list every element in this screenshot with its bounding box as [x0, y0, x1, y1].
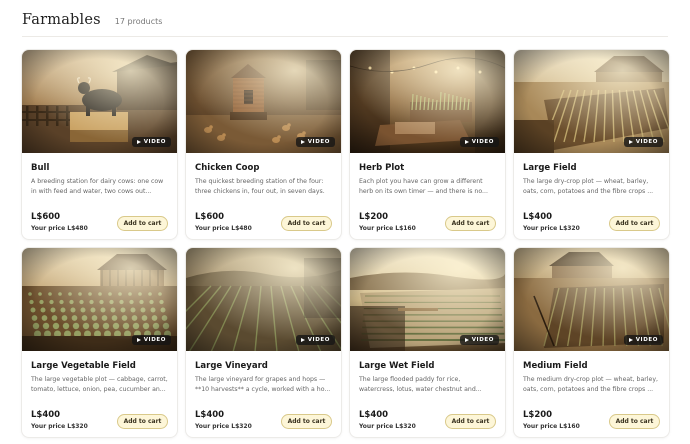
member-price: Your price L$320 — [359, 423, 416, 430]
product-price: L$400 — [195, 410, 225, 420]
header-divider — [22, 36, 668, 37]
product-price: L$200 — [359, 212, 389, 222]
product-price: L$400 — [359, 410, 389, 420]
play-icon — [628, 338, 633, 342]
product-count: 17 products — [114, 17, 163, 26]
add-to-cart-button[interactable]: Add to cart — [445, 216, 496, 231]
product-thumbnail[interactable]: VIDEO — [514, 50, 669, 153]
video-badge: VIDEO — [623, 137, 663, 147]
product-thumbnail[interactable]: VIDEO — [186, 50, 341, 153]
video-badge: VIDEO — [131, 335, 171, 345]
video-label: VIDEO — [143, 139, 166, 145]
video-label: VIDEO — [307, 337, 330, 343]
add-to-cart-button[interactable]: Add to cart — [117, 216, 168, 231]
product-name[interactable]: Large Field — [523, 163, 577, 173]
video-label: VIDEO — [307, 139, 330, 145]
member-price: Your price L$320 — [31, 423, 88, 430]
play-icon — [464, 140, 469, 144]
product-thumbnail[interactable]: VIDEO — [22, 248, 177, 351]
product-grid: VIDEO Bull A breeding station for dairy … — [22, 50, 669, 437]
product-description: The large vegetable plot — cabbage, carr… — [31, 376, 168, 393]
product-name[interactable]: Chicken Coop — [195, 163, 259, 173]
product-name[interactable]: Medium Field — [523, 361, 588, 371]
video-badge: VIDEO — [459, 137, 499, 147]
product-card[interactable]: VIDEO Chicken Coop The quickest breeding… — [186, 50, 341, 239]
play-icon — [300, 140, 305, 144]
product-thumbnail[interactable]: VIDEO — [186, 248, 341, 351]
product-description: The large vineyard for grapes and hops —… — [195, 376, 331, 393]
play-icon — [136, 338, 141, 342]
product-name[interactable]: Bull — [31, 163, 49, 173]
add-to-cart-button[interactable]: Add to cart — [281, 216, 332, 231]
product-name[interactable]: Large Vineyard — [195, 361, 268, 371]
product-price: L$400 — [31, 410, 61, 420]
product-description: The large flooded paddy for rice, waterc… — [359, 376, 482, 393]
play-icon — [136, 140, 141, 144]
video-badge: VIDEO — [295, 137, 335, 147]
member-price: Your price L$320 — [523, 225, 580, 232]
product-card[interactable]: VIDEO Large Vineyard The large vineyard … — [186, 248, 341, 437]
product-description: Each plot you have can grow a different … — [359, 178, 488, 195]
add-to-cart-button[interactable]: Add to cart — [609, 414, 660, 429]
video-label: VIDEO — [143, 337, 166, 343]
video-badge: VIDEO — [623, 335, 663, 345]
product-thumbnail[interactable]: VIDEO — [22, 50, 177, 153]
member-price: Your price L$160 — [359, 225, 416, 232]
product-description: The quickest breeding station of the fou… — [195, 178, 325, 195]
video-label: VIDEO — [635, 139, 658, 145]
product-name[interactable]: Large Wet Field — [359, 361, 435, 371]
video-label: VIDEO — [471, 337, 494, 343]
product-description: The large dry-crop plot — wheat, barley,… — [523, 178, 654, 195]
product-name[interactable]: Herb Plot — [359, 163, 404, 173]
product-card[interactable]: VIDEO Medium Field The medium dry-crop p… — [514, 248, 669, 437]
member-price: Your price L$320 — [195, 423, 252, 430]
page-header: Farmables 17 products — [22, 12, 162, 34]
product-card[interactable]: VIDEO Large Wet Field The large flooded … — [350, 248, 505, 437]
product-description: A breeding station for dairy cows: one c… — [31, 178, 164, 195]
product-price: L$200 — [523, 410, 553, 420]
product-thumbnail[interactable]: VIDEO — [350, 50, 505, 153]
product-price: L$600 — [31, 212, 61, 222]
play-icon — [300, 338, 305, 342]
video-label: VIDEO — [635, 337, 658, 343]
product-card[interactable]: VIDEO Herb Plot Each plot you have can g… — [350, 50, 505, 239]
product-price: L$600 — [195, 212, 225, 222]
product-price: L$400 — [523, 212, 553, 222]
member-price: Your price L$480 — [31, 225, 88, 232]
product-card[interactable]: VIDEO Large Vegetable Field The large ve… — [22, 248, 177, 437]
video-label: VIDEO — [471, 139, 494, 145]
add-to-cart-button[interactable]: Add to cart — [445, 414, 496, 429]
add-to-cart-button[interactable]: Add to cart — [281, 414, 332, 429]
product-card[interactable]: VIDEO Bull A breeding station for dairy … — [22, 50, 177, 239]
product-name[interactable]: Large Vegetable Field — [31, 361, 136, 371]
product-thumbnail[interactable]: VIDEO — [350, 248, 505, 351]
video-badge: VIDEO — [459, 335, 499, 345]
video-badge: VIDEO — [131, 137, 171, 147]
member-price: Your price L$480 — [195, 225, 252, 232]
member-price: Your price L$160 — [523, 423, 580, 430]
video-badge: VIDEO — [295, 335, 335, 345]
add-to-cart-button[interactable]: Add to cart — [117, 414, 168, 429]
play-icon — [464, 338, 469, 342]
play-icon — [628, 140, 633, 144]
product-description: The medium dry-crop plot — wheat, barley… — [523, 376, 658, 393]
product-thumbnail[interactable]: VIDEO — [514, 248, 669, 351]
page-title: Farmables — [22, 12, 101, 28]
product-card[interactable]: VIDEO Large Field The large dry-crop plo… — [514, 50, 669, 239]
add-to-cart-button[interactable]: Add to cart — [609, 216, 660, 231]
